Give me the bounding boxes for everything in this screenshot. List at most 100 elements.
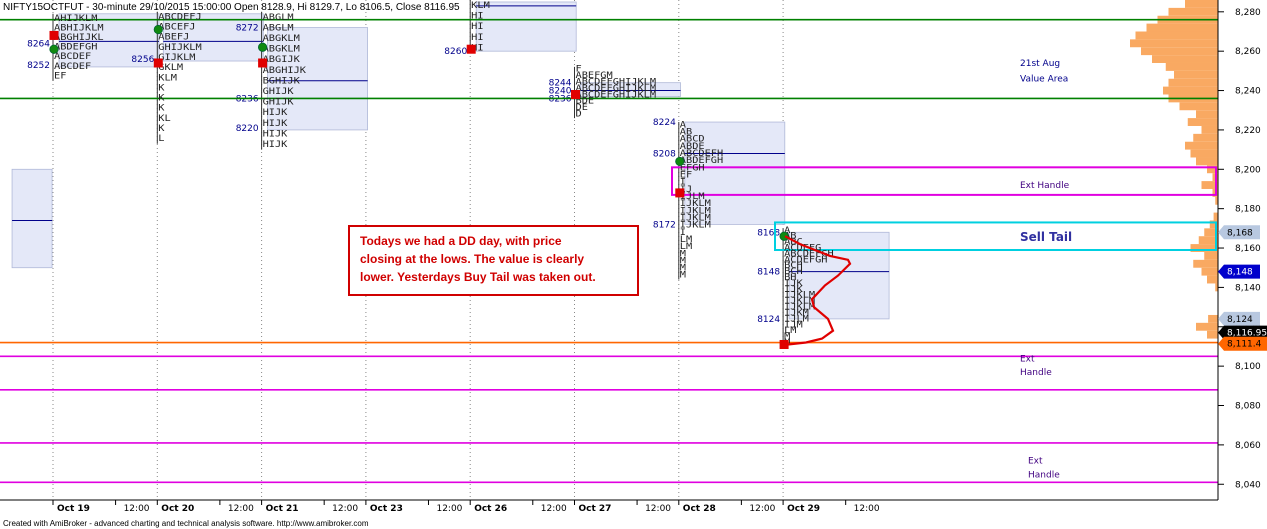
x-tick-label: Oct 28 [683,504,716,514]
price-label: 8224 [653,118,676,128]
close-marker [466,44,476,54]
zone-label: Ext [1028,457,1043,467]
x-tick-label: 12:00 [645,504,671,514]
zone-label: Ext Handle [1020,181,1070,191]
price-label: 8236 [236,94,259,104]
y-tick-label: 8,280 [1235,8,1261,18]
tpo-row: HI [471,33,483,43]
volume-bar [1185,141,1218,150]
x-tick-label: Oct 21 [266,504,299,514]
tpo-row: ABDEFGH [54,43,97,53]
x-tick-label: Oct 20 [161,504,194,514]
tpo-row: HI [471,22,483,32]
close-marker [779,339,789,349]
price-label: 8220 [236,124,259,134]
price-label: 8272 [236,24,259,34]
x-tick-label: 12:00 [124,504,150,514]
tpo-row: M [680,271,687,281]
volume-bar [1185,0,1218,8]
tpo-row: ABEFJ [158,33,189,43]
footer-credit: Created with AmiBroker - advanced charti… [3,519,369,528]
volume-bar [1204,251,1218,260]
volume-bar [1196,110,1218,119]
tpo-row: AHIJKLM [54,14,98,24]
tpo-row: ABCDEF [54,62,91,72]
tpo-row: HIJK [263,119,288,129]
tpo-row: KLM [471,1,490,11]
y-tick-label: 8,100 [1235,362,1261,372]
tpo-row: K [158,94,165,104]
tpo-row: GIJKLM [158,53,196,63]
close-marker [571,89,580,99]
price-label: 8264 [27,39,50,49]
volume-bar [1207,275,1218,284]
y-tick-label: 8,240 [1235,87,1261,97]
x-tick-label: Oct 27 [579,504,612,514]
volume-bar [1201,125,1218,134]
tpo-row: K [158,124,165,134]
tpo-row: ABCDEFJ [158,12,201,22]
open-marker [49,44,59,54]
y-tick-label: 8,060 [1235,441,1261,451]
annotation-line-2: closing at the lows. The value is clearl… [360,252,584,266]
y-tick-label: 8,160 [1235,244,1261,254]
zone-label: Handle [1020,368,1052,378]
open-marker [675,156,685,167]
volume-bar [1207,330,1218,339]
x-tick-label: Oct 26 [474,504,507,514]
y-tick-label: 8,080 [1235,402,1261,412]
volume-bar [1168,78,1218,87]
tpo-row: HIJK [263,129,288,139]
zone-label: 21st Aug [1020,59,1060,69]
zone-label: Handle [1028,470,1060,480]
price-label: 8252 [27,61,50,71]
x-tick-label: Oct 19 [57,504,90,514]
open-marker [153,24,163,35]
price-label: 8236 [549,94,572,104]
x-tick-label: 12:00 [332,504,358,514]
y-tick-label: 8,040 [1235,480,1261,490]
x-tick-label: 12:00 [228,504,254,514]
close-marker [49,30,59,40]
price-label: 8168 [757,228,780,238]
annotation-line-1: Todays we had a DD day, with price [360,234,562,248]
tpo-row: ABGHIJK [263,66,307,76]
y-tick-label: 8,220 [1235,126,1261,136]
volume-bar [1174,70,1218,79]
annotation-line-3: lower. Yesterdays Buy Tail was taken out… [360,270,596,284]
tpo-row: ABGLM [263,13,295,23]
price-tag-label: 8,124 [1227,315,1253,325]
price-label: 8124 [757,315,780,325]
annotation-box: Todays we had a DD day, with price closi… [348,225,639,296]
price-tag-label: 8,148 [1227,268,1253,278]
tpo-row: ABGLM [263,23,295,33]
tpo-row: ABGKLM [263,45,301,55]
value-area [475,1,577,52]
x-tick-label: 12:00 [854,504,880,514]
tpo-row: ABCEFJ [158,23,195,33]
y-tick-label: 8,200 [1235,165,1261,175]
zone-label: Sell Tail [1020,230,1072,244]
tpo-row: K [158,104,165,114]
price-label: 8260 [444,47,467,57]
volume-bar [1193,259,1218,268]
close-marker [153,58,163,68]
volume-bar [1201,267,1218,276]
y-tick-label: 8,180 [1235,205,1261,215]
volume-bar [1168,7,1218,16]
volume-bar [1179,102,1218,111]
y-tick-label: 8,140 [1235,283,1261,293]
price-label: 8172 [653,220,676,230]
volume-bar [1213,212,1218,221]
volume-bar [1152,55,1218,63]
price-tag-label: 8,168 [1227,228,1253,238]
tpo-row: BGHIJK [263,76,301,86]
volume-bar [1163,86,1218,95]
x-tick-label: Oct 23 [370,504,403,514]
tpo-row: EF [54,71,66,81]
tpo-row: K [158,83,165,93]
volume-bar [1190,149,1218,158]
volume-bar [1130,39,1218,48]
volume-bar [1165,62,1218,71]
tpo-row: ABGIJK [263,55,301,65]
